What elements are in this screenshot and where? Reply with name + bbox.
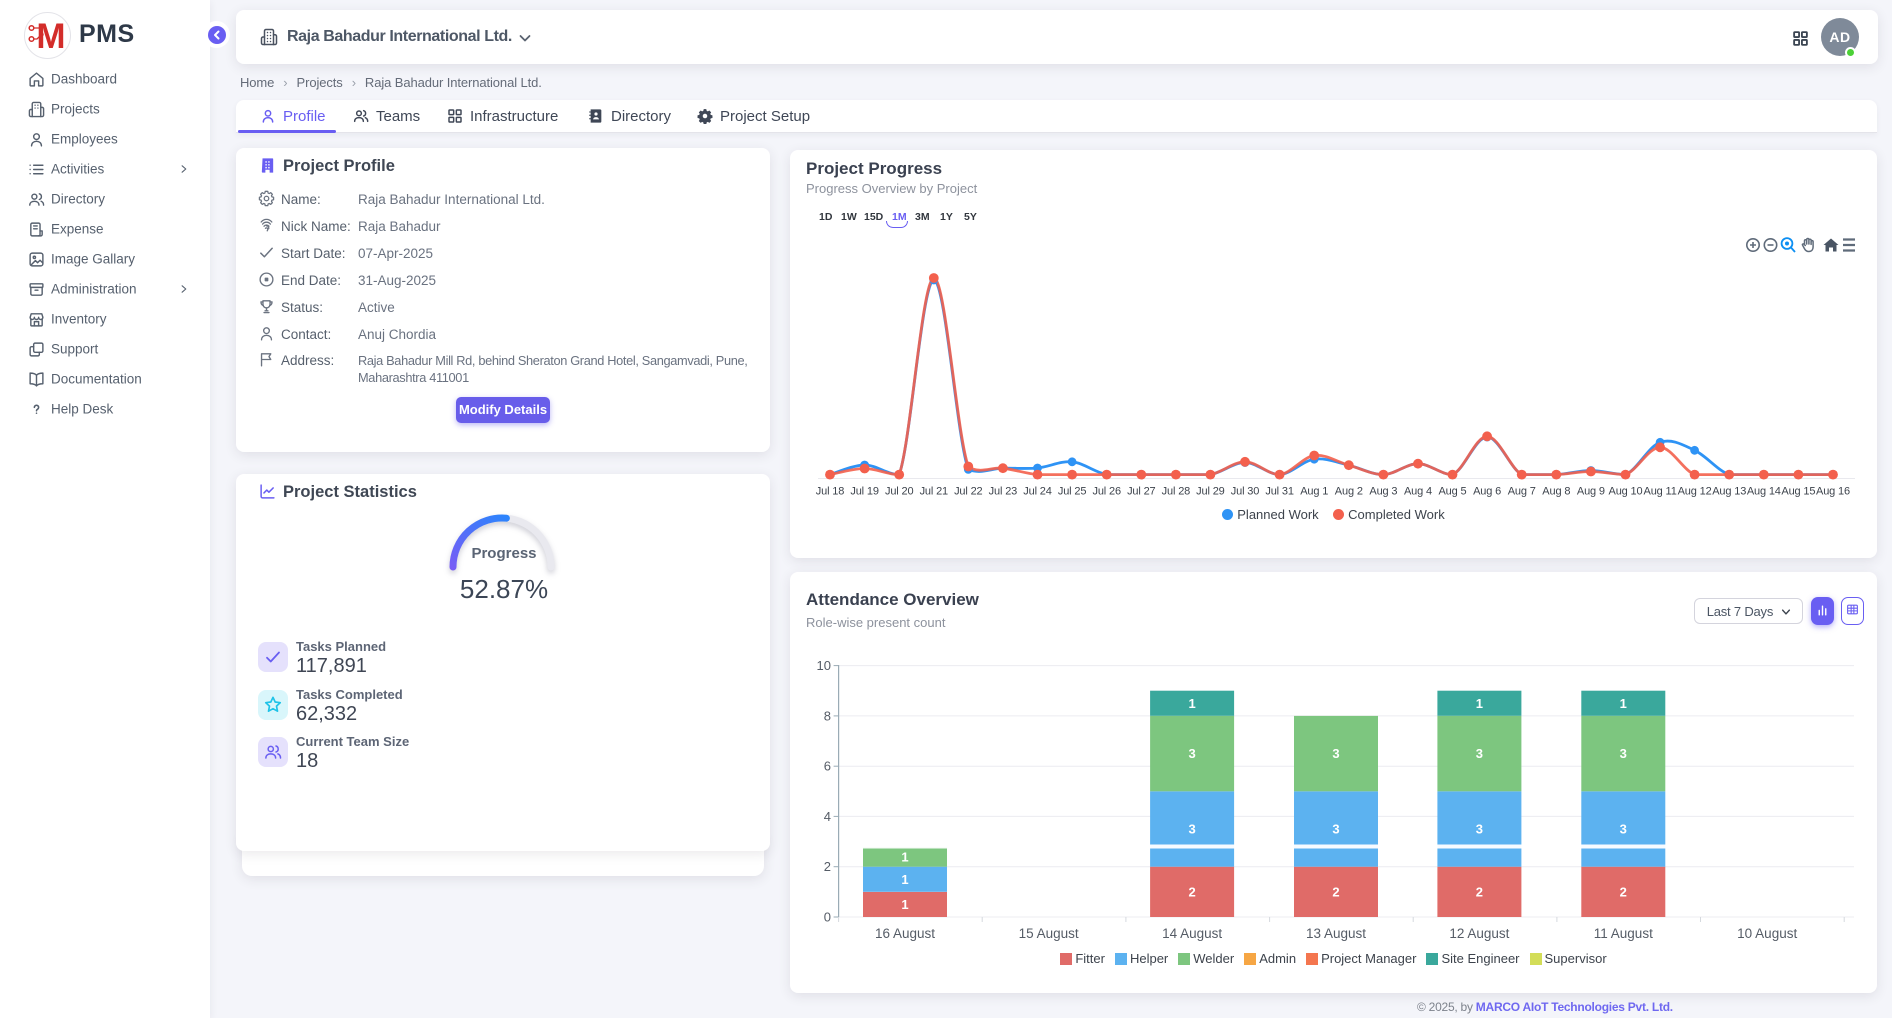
- svg-text:Aug 14: Aug 14: [1747, 486, 1781, 498]
- svg-text:Aug 3: Aug 3: [1369, 486, 1397, 498]
- svg-text:8: 8: [824, 708, 831, 723]
- svg-text:1: 1: [1188, 696, 1195, 711]
- svg-text:3: 3: [1188, 746, 1195, 761]
- svg-text:Jul 25: Jul 25: [1058, 486, 1086, 498]
- svg-text:13 August: 13 August: [1306, 926, 1366, 941]
- svg-text:2: 2: [1476, 884, 1483, 899]
- svg-text:Jul 22: Jul 22: [954, 486, 982, 498]
- svg-text:Jul 27: Jul 27: [1127, 486, 1155, 498]
- svg-text:1: 1: [901, 872, 908, 887]
- svg-text:Aug 7: Aug 7: [1508, 486, 1536, 498]
- svg-text:11 August: 11 August: [1594, 926, 1653, 941]
- svg-text:1: 1: [1476, 696, 1483, 711]
- svg-text:Jul 28: Jul 28: [1162, 486, 1190, 498]
- svg-text:0: 0: [824, 910, 831, 925]
- svg-text:Jul 29: Jul 29: [1196, 486, 1224, 498]
- svg-text:Jul 26: Jul 26: [1092, 486, 1120, 498]
- svg-text:3: 3: [1332, 746, 1339, 761]
- svg-text:3: 3: [1620, 822, 1627, 837]
- svg-text:Aug 9: Aug 9: [1577, 486, 1605, 498]
- svg-text:2: 2: [1332, 884, 1339, 899]
- svg-text:10: 10: [817, 658, 831, 673]
- svg-text:Aug 4: Aug 4: [1404, 486, 1432, 498]
- svg-text:15 August: 15 August: [1019, 926, 1079, 941]
- svg-text:3: 3: [1332, 822, 1339, 837]
- svg-text:3: 3: [1188, 822, 1195, 837]
- svg-text:Aug 8: Aug 8: [1542, 486, 1570, 498]
- svg-text:1: 1: [1620, 696, 1627, 711]
- svg-text:Jul 20: Jul 20: [885, 486, 913, 498]
- svg-text:Jul 23: Jul 23: [989, 486, 1017, 498]
- svg-text:16 August: 16 August: [875, 926, 935, 941]
- svg-text:10 August: 10 August: [1737, 926, 1797, 941]
- svg-text:Aug 15: Aug 15: [1781, 486, 1815, 498]
- svg-text:3: 3: [1620, 746, 1627, 761]
- svg-text:2: 2: [824, 859, 831, 874]
- svg-text:Jul 30: Jul 30: [1231, 486, 1259, 498]
- svg-text:1: 1: [901, 897, 908, 912]
- svg-text:Aug 13: Aug 13: [1712, 486, 1746, 498]
- svg-text:Aug 10: Aug 10: [1609, 486, 1643, 498]
- svg-text:Aug 11: Aug 11: [1644, 486, 1677, 498]
- svg-text:2: 2: [1188, 884, 1195, 899]
- svg-text:2: 2: [1620, 884, 1627, 899]
- svg-text:Jul 19: Jul 19: [850, 486, 878, 498]
- svg-text:Jul 24: Jul 24: [1023, 486, 1051, 498]
- svg-text:14 August: 14 August: [1162, 926, 1222, 941]
- svg-text:Jul 31: Jul 31: [1265, 486, 1293, 498]
- svg-text:1: 1: [901, 849, 908, 864]
- svg-text:12 August: 12 August: [1449, 926, 1509, 941]
- svg-text:Aug 16: Aug 16: [1816, 486, 1850, 498]
- svg-text:Jul 21: Jul 21: [920, 486, 948, 498]
- svg-text:3: 3: [1476, 822, 1483, 837]
- svg-text:4: 4: [824, 809, 831, 824]
- svg-text:6: 6: [824, 759, 831, 774]
- svg-text:3: 3: [1476, 746, 1483, 761]
- svg-text:Jul 18: Jul 18: [816, 486, 844, 498]
- svg-text:Aug 12: Aug 12: [1678, 486, 1712, 498]
- svg-text:Aug 6: Aug 6: [1473, 486, 1501, 498]
- svg-text:Aug 2: Aug 2: [1335, 486, 1363, 498]
- svg-text:Aug 5: Aug 5: [1439, 486, 1467, 498]
- svg-text:Aug 1: Aug 1: [1300, 486, 1328, 498]
